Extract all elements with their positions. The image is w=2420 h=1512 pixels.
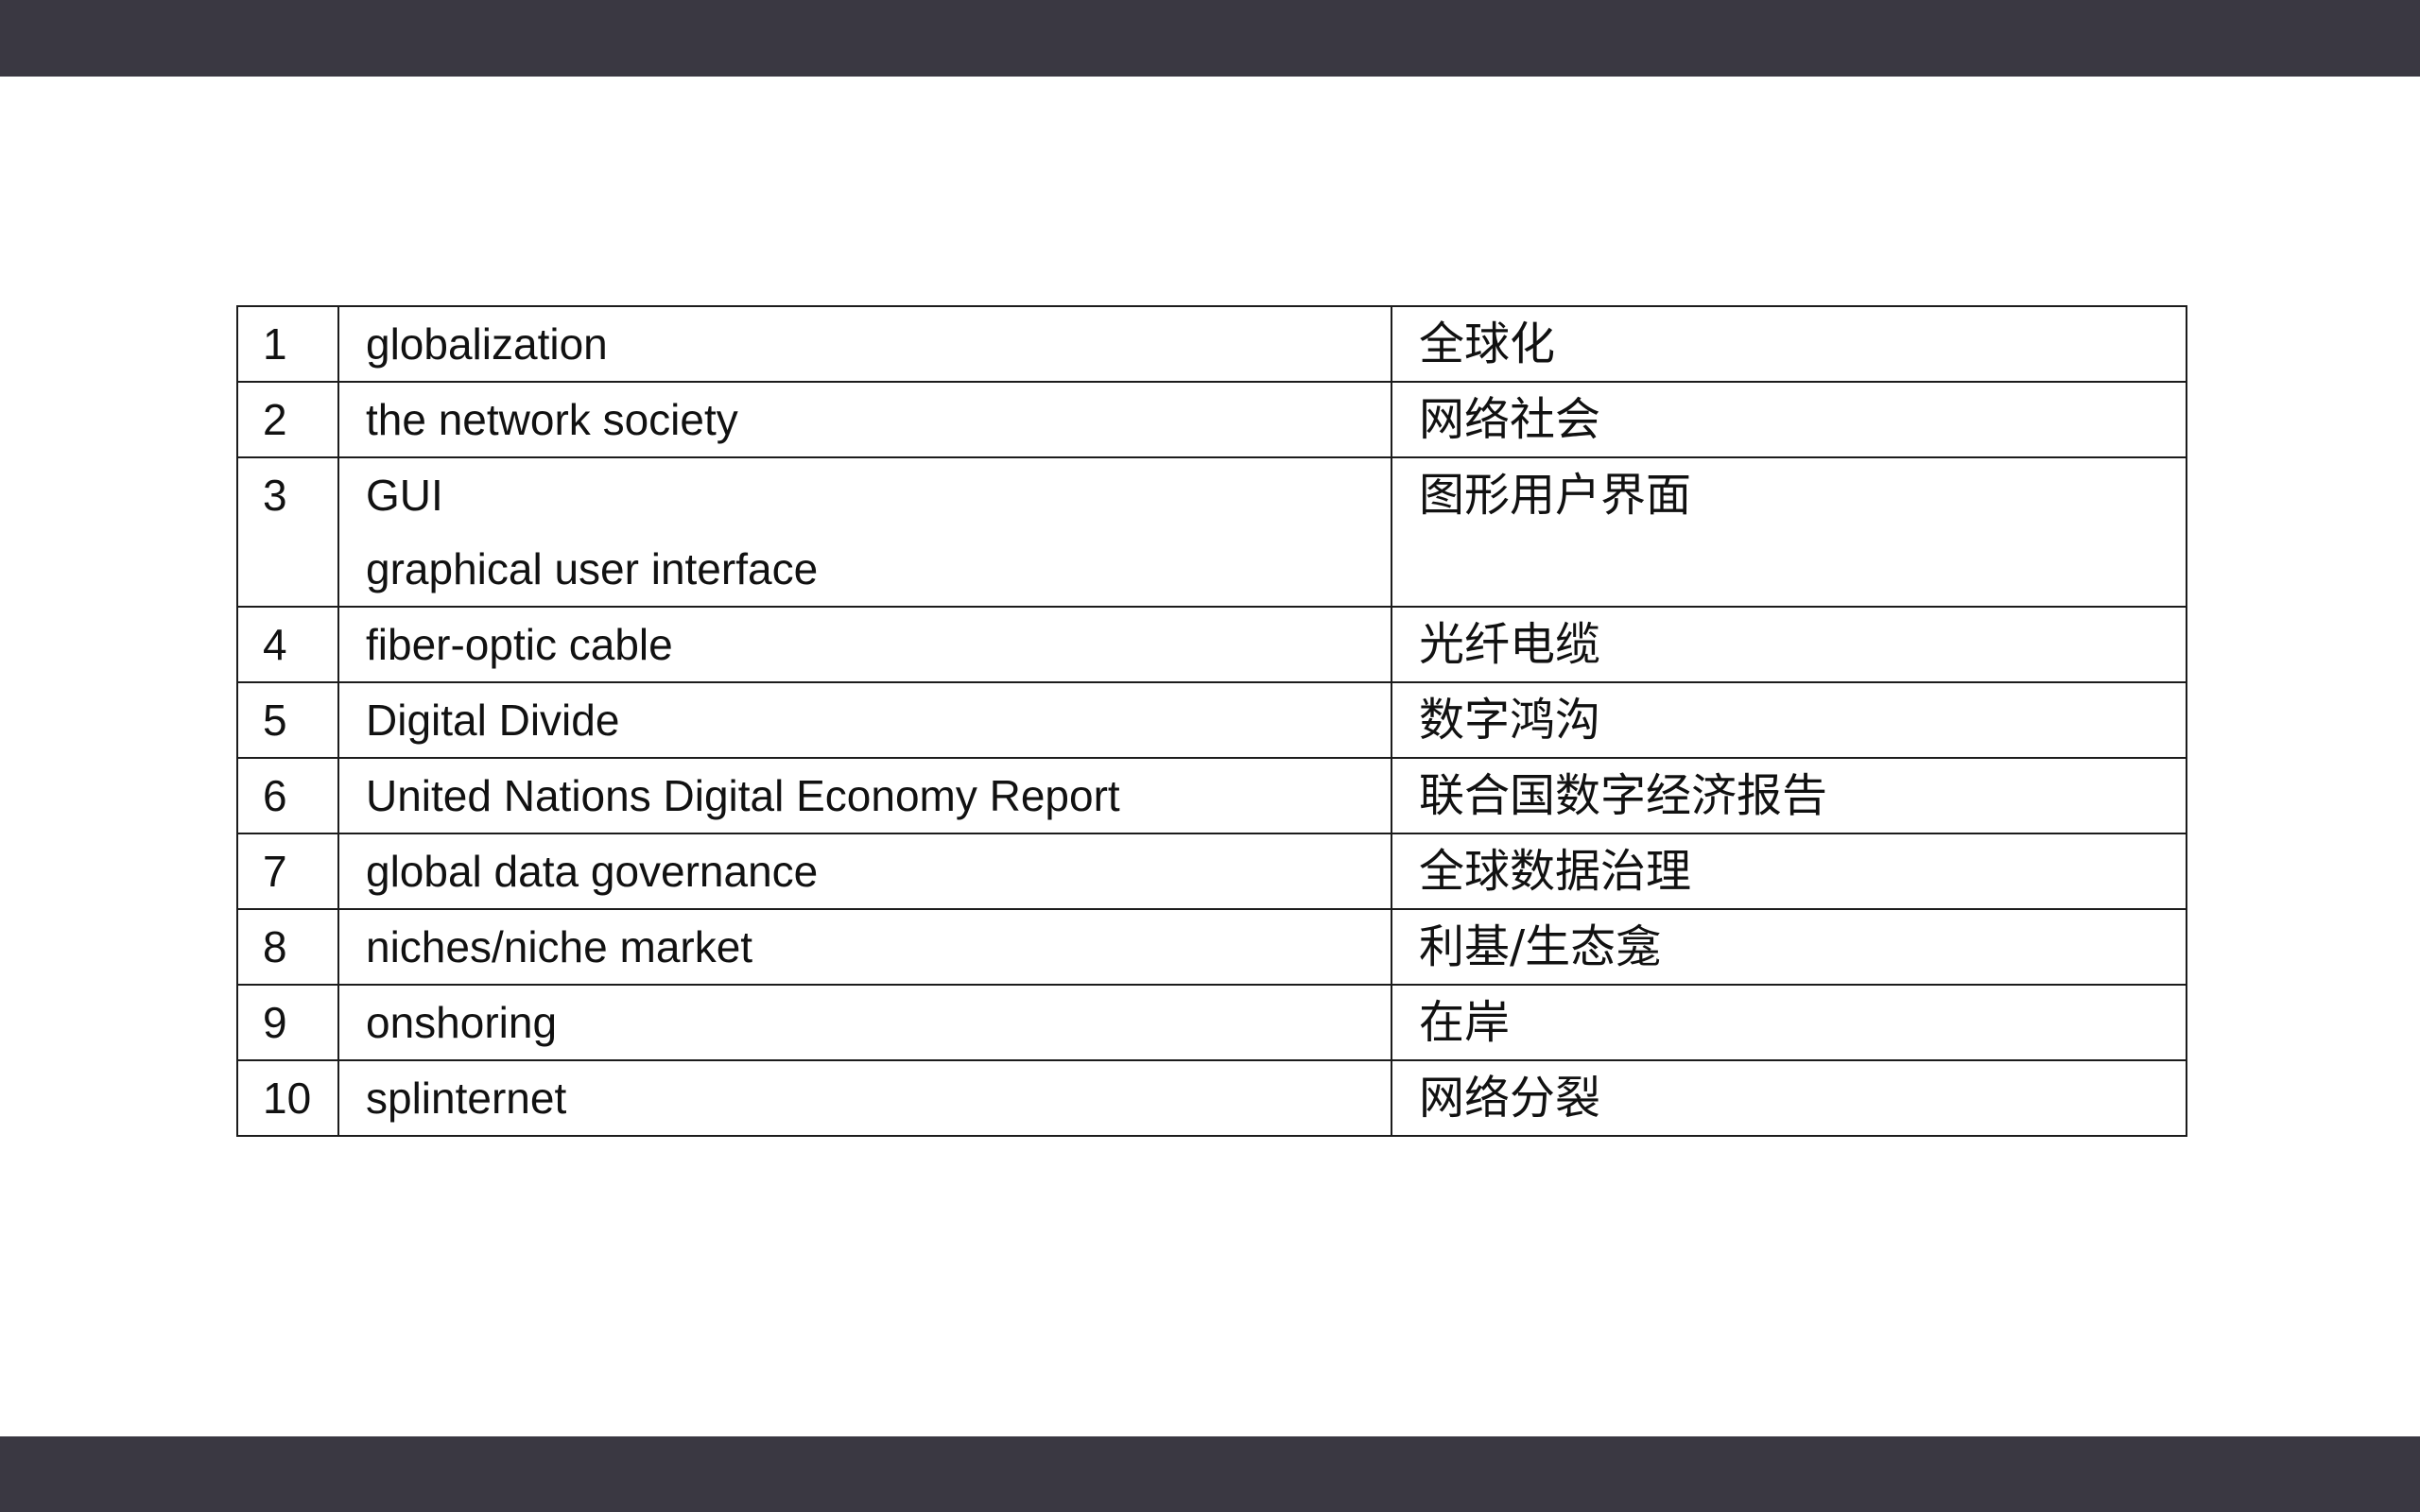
row-number: 7 [236, 833, 339, 910]
table-row: 4 fiber-optic cable 光纤电缆 [236, 606, 2187, 683]
table-row: 10 splinternet 网络分裂 [236, 1059, 2187, 1137]
row-number: 10 [236, 1059, 339, 1137]
row-number: 3 [236, 456, 339, 608]
chinese-term: 网络社会 [1391, 381, 2187, 458]
row-number: 4 [236, 606, 339, 683]
top-bar [0, 0, 2420, 77]
table-row: 8 niches/niche market 利基/生态龛 [236, 908, 2187, 986]
row-number: 5 [236, 681, 339, 759]
english-term: fiber-optic cable [337, 606, 1392, 683]
chinese-term: 利基/生态龛 [1391, 908, 2187, 986]
table-row: 9 onshoring 在岸 [236, 984, 2187, 1061]
english-term: Digital Divide [337, 681, 1392, 759]
row-number: 6 [236, 757, 339, 834]
english-term: niches/niche market [337, 908, 1392, 986]
chinese-term: 数字鸿沟 [1391, 681, 2187, 759]
english-term: United Nations Digital Economy Report [337, 757, 1392, 834]
table-row: 2 the network society 网络社会 [236, 381, 2187, 458]
chinese-term: 图形用户界面 [1391, 456, 2187, 608]
english-term: onshoring [337, 984, 1392, 1061]
english-term: GUI graphical user interface [337, 456, 1392, 608]
table-row: 6 United Nations Digital Economy Report … [236, 757, 2187, 834]
english-term-full: graphical user interface [366, 544, 819, 593]
chinese-term: 联合国数字经济报告 [1391, 757, 2187, 834]
row-number: 9 [236, 984, 339, 1061]
table-row: 3 GUI graphical user interface 图形用户界面 [236, 456, 2187, 608]
table-row: 1 globalization 全球化 [236, 305, 2187, 383]
row-number: 2 [236, 381, 339, 458]
row-number: 8 [236, 908, 339, 986]
chinese-term: 网络分裂 [1391, 1059, 2187, 1137]
chinese-term: 光纤电缆 [1391, 606, 2187, 683]
chinese-term: 全球化 [1391, 305, 2187, 383]
english-term-abbreviation: GUI [366, 471, 443, 520]
table-row: 5 Digital Divide 数字鸿沟 [236, 681, 2187, 759]
row-number: 1 [236, 305, 339, 383]
chinese-term: 在岸 [1391, 984, 2187, 1061]
english-term: the network society [337, 381, 1392, 458]
english-term: globalization [337, 305, 1392, 383]
english-term: splinternet [337, 1059, 1392, 1137]
english-term: global data governance [337, 833, 1392, 910]
slide: 1 globalization 全球化 2 the network societ… [0, 77, 2420, 1464]
table-row: 7 global data governance 全球数据治理 [236, 833, 2187, 910]
vocabulary-table: 1 globalization 全球化 2 the network societ… [236, 305, 2187, 1137]
chinese-term: 全球数据治理 [1391, 833, 2187, 910]
bottom-bar [0, 1436, 2420, 1512]
